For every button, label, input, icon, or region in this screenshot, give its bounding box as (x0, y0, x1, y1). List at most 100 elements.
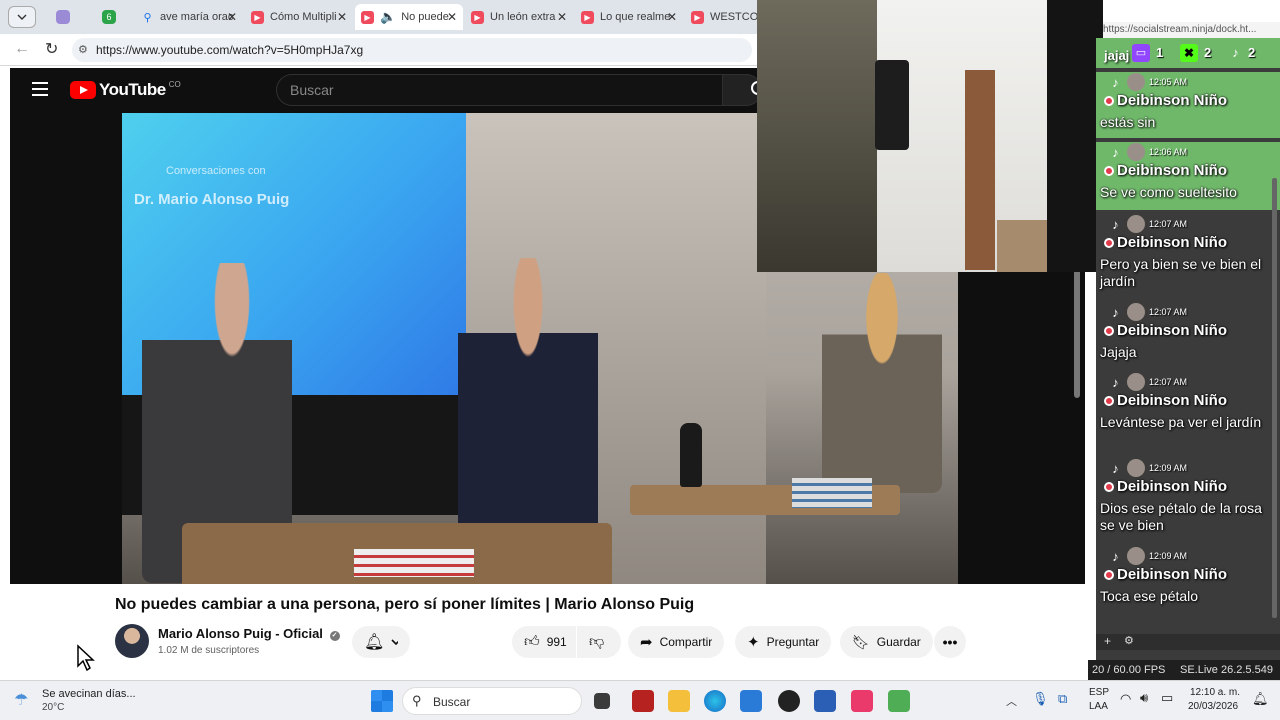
user-badge-icon (1104, 570, 1114, 580)
chevron-up-icon[interactable]: ︿ (1006, 693, 1017, 709)
clock-date[interactable]: 20/03/2026 (1188, 701, 1238, 712)
tab-bar: 6 ⚲ ave maría orac ✕ ▶ Cómo Multipli ✕ ▶… (0, 0, 757, 34)
message-time: 12:09 AM (1149, 463, 1188, 473)
ask-button[interactable]: ✦ Preguntar (735, 626, 832, 658)
screen-share-icon[interactable]: ⧉ (1058, 691, 1067, 707)
share-button[interactable]: ➦ Compartir (628, 626, 725, 658)
clock-time[interactable]: 12:10 a. m. (1190, 687, 1240, 698)
pinned-tab-app[interactable] (56, 10, 70, 24)
youtube-logo-text: YouTube (99, 80, 166, 99)
edge-icon[interactable] (704, 690, 726, 712)
channel-name[interactable]: Mario Alonso Puig - Oficial ✓ (158, 626, 340, 641)
status-bar: 20 / 60.00 FPS SE.Live 26.2.5.549 (1088, 660, 1280, 680)
menu-icon[interactable] (32, 82, 48, 96)
message-author: Deibinson Niño (1104, 566, 1227, 583)
kick-icon: ✖ (1180, 44, 1198, 62)
screen-caption-line2: Dr. Mario Alonso Puig (134, 191, 290, 208)
windows-start-icon[interactable] (371, 690, 393, 712)
brave-icon[interactable] (632, 690, 654, 712)
site-info-icon[interactable]: ⚙ (78, 38, 88, 62)
message-author: Deibinson Niño (1104, 322, 1227, 339)
reload-icon[interactable]: ↻ (45, 39, 58, 59)
tab-label: ave maría orac (160, 11, 234, 23)
tab-lo-que-realmente[interactable]: ▶ Lo que realme ✕ (575, 4, 683, 30)
thumbs-up-icon: 👍︎ (524, 633, 540, 650)
language-code[interactable]: ESP (1089, 687, 1109, 698)
message-time: 12:09 AM (1149, 551, 1188, 561)
app-icon[interactable] (888, 690, 910, 712)
notifications-button[interactable]: 🔔︎ (352, 626, 410, 658)
video-title: No puedes cambiar a una persona, pero sí… (115, 596, 695, 613)
volume-icon[interactable]: 🔊︎ (1140, 690, 1148, 706)
tab-westcol[interactable]: ▶ WESTCOL (685, 4, 757, 30)
bookmark-icon: 🔖︎ (852, 633, 870, 650)
close-icon[interactable]: ✕ (557, 10, 567, 24)
message-text: Se ve como sueltesito (1100, 184, 1237, 200)
close-icon[interactable]: ✕ (667, 10, 677, 24)
tab-ave-maria[interactable]: ⚲ ave maría orac ✕ (135, 4, 243, 30)
ask-label: Preguntar (766, 635, 820, 649)
message-author: Deibinson Niño (1104, 162, 1227, 179)
chat-message: ♪ 12:07 AM Deibinson Niño Pero ya bien se… (1096, 214, 1280, 298)
wifi-icon[interactable]: ◠ (1120, 691, 1131, 707)
pinned-tab-badge[interactable]: 6 (102, 10, 116, 24)
youtube-logo[interactable]: YouTube CO (70, 80, 181, 100)
battery-icon[interactable]: ▭ (1161, 690, 1173, 706)
weather-widget[interactable]: ☂ Se avecinan días... 20°C (14, 686, 154, 716)
tiktok-app-icon[interactable] (851, 690, 873, 712)
tab-un-leon[interactable]: ▶ Un león extra ✕ (465, 4, 573, 30)
notification-bell-icon[interactable]: 🔔︎ (1252, 691, 1269, 707)
tab-label: Un león extra (490, 11, 556, 23)
back-icon[interactable]: ← (14, 40, 30, 58)
taskbar-search[interactable]: ⚲ Buscar (402, 687, 582, 715)
save-button[interactable]: 🔖︎ Guardar (840, 626, 933, 658)
store-icon[interactable] (740, 690, 762, 712)
chat-message: ♪ 12:07 AM Deibinson Niño Jajaja (1096, 302, 1280, 368)
cam-door (965, 70, 995, 270)
youtube-icon: ▶ (471, 10, 484, 24)
tab-no-puedes[interactable]: ▶ 🔈 No puede ✕ (355, 4, 463, 30)
avatar (1127, 373, 1145, 391)
chat-message: ♪ 12:05 AM Deibinson Niño estás sin (1096, 72, 1280, 138)
twitch-count: 1 (1156, 45, 1164, 60)
close-icon[interactable]: ✕ (227, 10, 237, 24)
channel-avatar[interactable] (115, 624, 149, 658)
chat-scrollbar[interactable] (1272, 178, 1277, 618)
speaker-icon[interactable]: 🔈 (380, 9, 396, 25)
search-button[interactable] (722, 74, 769, 106)
dislike-button[interactable]: 👎︎ (577, 626, 621, 658)
youtube-icon: ▶ (691, 10, 704, 24)
close-icon[interactable]: ✕ (447, 10, 457, 24)
task-view-icon[interactable] (594, 693, 610, 709)
folder-icon[interactable] (668, 690, 690, 712)
page-scrollbar[interactable] (1074, 268, 1080, 398)
close-icon[interactable]: ✕ (337, 10, 347, 24)
tab-como-multiplicar[interactable]: ▶ Cómo Multipli ✕ (245, 4, 353, 30)
gear-icon[interactable]: ⚙ (1124, 634, 1134, 647)
microphone-icon[interactable]: 🎙︎ (1032, 691, 1049, 707)
tiktok-icon: ♪ (1112, 74, 1119, 90)
message-author: Deibinson Niño (1104, 92, 1227, 109)
search-input[interactable]: Buscar (276, 74, 722, 106)
url-field[interactable]: ⚙ https://www.youtube.com/watch?v=5H0mpH… (72, 38, 752, 62)
user-badge-icon (1104, 482, 1114, 492)
more-actions-button[interactable]: ••• (934, 626, 966, 658)
message-author: Deibinson Niño (1104, 478, 1227, 495)
tab-list-dropdown[interactable] (8, 6, 36, 28)
add-icon[interactable]: + (1104, 634, 1111, 648)
message-author: Deibinson Niño (1104, 234, 1227, 251)
message-text: Jajaja (1100, 344, 1137, 360)
tiktok-icon: ♪ (1232, 45, 1239, 60)
keyboard-layout[interactable]: LAA (1089, 701, 1108, 712)
verified-icon: ✓ (329, 631, 340, 641)
message-text: Levántese pa ver el jardín (1100, 414, 1262, 430)
weather-text: Se avecinan días... (42, 688, 136, 700)
chat-url-bar: https://socialstream.ninja/dock.ht... (1103, 22, 1280, 38)
chat-message: ♪ 12:09 AM Deibinson Niño Toca ese pétalo (1096, 546, 1280, 612)
word-icon[interactable] (814, 690, 836, 712)
search-icon: ⚲ (143, 11, 152, 24)
obs-icon[interactable] (778, 690, 800, 712)
tiktok-icon: ♪ (1112, 460, 1119, 476)
like-button[interactable]: 👍︎ 991 (512, 626, 576, 658)
temperature: 20°C (42, 702, 65, 713)
